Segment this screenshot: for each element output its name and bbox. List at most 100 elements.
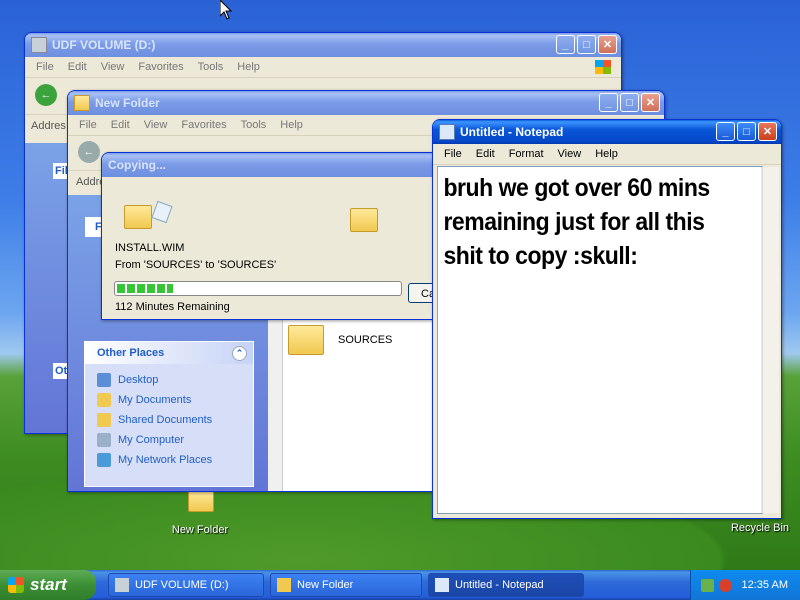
notepad-icon (439, 124, 455, 140)
title-bar[interactable]: New Folder _ □ ✕ (68, 91, 664, 115)
task-new-folder[interactable]: New Folder (270, 573, 422, 597)
menu-favorites[interactable]: Favorites (131, 61, 190, 73)
desktop-icon-new-folder[interactable]: New Folder (165, 490, 235, 536)
window-notepad[interactable]: Untitled - Notepad _ □ ✕ File Edit Forma… (432, 119, 782, 519)
network-tray-icon[interactable] (700, 578, 714, 592)
menu-file[interactable]: File (437, 148, 469, 160)
menu-favorites[interactable]: Favorites (174, 119, 233, 131)
other-places-panel: Other Places ⌃ Desktop My Documents Shar… (84, 341, 254, 487)
maximize-button[interactable]: □ (577, 35, 596, 54)
task-label: New Folder (297, 579, 354, 591)
desktop-icon-label: Recycle Bin (730, 522, 790, 534)
security-tray-icon[interactable] (718, 578, 732, 592)
place-label: My Documents (118, 394, 192, 406)
copy-dialog[interactable]: Copying... INSTALL.WIM From 'SOURCES' to… (101, 152, 463, 320)
system-tray: 12:35 AM (690, 570, 800, 600)
window-title: New Folder (95, 96, 160, 110)
folder-icon (188, 490, 214, 512)
dialog-title: Copying... (108, 158, 166, 172)
drive-icon (31, 37, 47, 53)
computer-icon (97, 433, 111, 447)
maximize-button[interactable]: □ (620, 93, 639, 112)
menu-format[interactable]: Format (502, 148, 551, 160)
windows-logo-icon (595, 60, 611, 74)
menu-edit[interactable]: Edit (469, 148, 502, 160)
back-icon[interactable]: ← (35, 84, 57, 106)
close-button[interactable]: ✕ (598, 35, 617, 54)
time-remaining: 112 Minutes Remaining (115, 301, 230, 313)
folder-icon (277, 578, 291, 592)
menu-tools[interactable]: Tools (234, 119, 274, 131)
task-label: Untitled - Notepad (455, 579, 544, 591)
windows-logo-icon (8, 577, 24, 593)
menu-view[interactable]: View (137, 119, 175, 131)
folder-icon (288, 325, 324, 355)
notepad-icon (435, 578, 449, 592)
dest-folder-icon (350, 208, 378, 232)
title-bar[interactable]: Untitled - Notepad _ □ ✕ (433, 120, 781, 144)
folder-icon (97, 413, 111, 427)
window-title: UDF VOLUME (D:) (52, 38, 156, 52)
progress-fill (117, 284, 173, 293)
desktop-icon (97, 373, 111, 387)
menu-help[interactable]: Help (273, 119, 310, 131)
place-my-computer[interactable]: My Computer (85, 430, 253, 450)
other-places-heading: Other Places (97, 347, 165, 359)
minimize-button[interactable]: _ (716, 122, 735, 141)
title-bar[interactable]: UDF VOLUME (D:) _ □ ✕ (25, 33, 621, 57)
network-icon (97, 453, 111, 467)
desktop: New Folder Recycle Bin UDF VOLUME (D:) _… (0, 0, 800, 570)
back-icon[interactable]: ← (78, 141, 100, 163)
window-title: Untitled - Notepad (460, 125, 564, 139)
menu-file[interactable]: File (72, 119, 104, 131)
place-label: Shared Documents (118, 414, 213, 426)
scrollbar[interactable] (762, 167, 779, 513)
menu-file[interactable]: File (29, 61, 61, 73)
text-line: shit to copy :skull: (443, 242, 638, 270)
place-shared-documents[interactable]: Shared Documents (85, 410, 253, 430)
place-label: My Network Places (118, 454, 213, 466)
place-label: Desktop (118, 374, 159, 386)
close-button[interactable]: ✕ (641, 93, 660, 112)
mouse-pointer-icon (219, 0, 233, 23)
text-line: bruh we got over 60 mins (443, 174, 710, 202)
copy-filename: INSTALL.WIM (115, 242, 185, 254)
clock[interactable]: 12:35 AM (742, 579, 788, 591)
place-my-network-places[interactable]: My Network Places (85, 450, 253, 470)
menu-edit[interactable]: Edit (104, 119, 137, 131)
folder-icon (74, 95, 90, 111)
menu-help[interactable]: Help (588, 148, 625, 160)
menu-edit[interactable]: Edit (61, 61, 94, 73)
task-udf-volume[interactable]: UDF VOLUME (D:) (108, 573, 264, 597)
task-label: UDF VOLUME (D:) (135, 579, 229, 591)
menu-view[interactable]: View (94, 61, 132, 73)
copy-from-to: From 'SOURCES' to 'SOURCES' (115, 259, 277, 271)
place-my-documents[interactable]: My Documents (85, 390, 253, 410)
address-label: Addres (31, 120, 66, 132)
folder-icon (97, 393, 111, 407)
desktop-icon-label: New Folder (171, 524, 229, 536)
progress-bar (114, 281, 402, 296)
text-line: remaining just for all this (443, 208, 705, 236)
minimize-button[interactable]: _ (556, 35, 575, 54)
menu-help[interactable]: Help (230, 61, 267, 73)
menu-tools[interactable]: Tools (191, 61, 231, 73)
other-places-header[interactable]: Other Places ⌃ (85, 342, 253, 364)
task-notepad[interactable]: Untitled - Notepad (428, 573, 584, 597)
start-button[interactable]: start (0, 570, 96, 600)
maximize-button[interactable]: □ (737, 122, 756, 141)
flying-paper-icon (151, 200, 173, 224)
collapse-icon[interactable]: ⌃ (232, 346, 247, 361)
start-label: start (30, 575, 67, 594)
close-button[interactable]: ✕ (758, 122, 777, 141)
file-item-sources[interactable]: SOURCES (288, 325, 392, 355)
title-bar[interactable]: Copying... (102, 153, 462, 177)
place-desktop[interactable]: Desktop (85, 370, 253, 390)
minimize-button[interactable]: _ (599, 93, 618, 112)
menu-bar: File Edit View Favorites Tools Help (25, 57, 621, 78)
notepad-text-area[interactable]: bruh we got over 60 mins remaining just … (437, 166, 763, 514)
menu-view[interactable]: View (551, 148, 589, 160)
source-folder-icon (124, 205, 152, 229)
file-name: SOURCES (338, 334, 393, 346)
place-label: My Computer (118, 434, 185, 446)
